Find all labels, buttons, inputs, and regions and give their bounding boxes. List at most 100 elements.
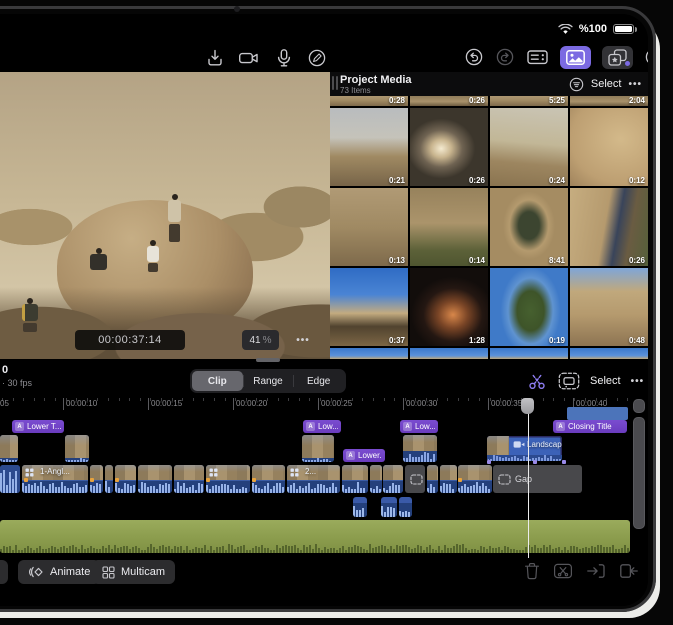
storyline-clip[interactable] — [138, 465, 172, 493]
blade-tool-button[interactable] — [526, 372, 548, 390]
zoom-level-badge[interactable]: 41 % — [242, 330, 279, 350]
pencil-button[interactable] — [307, 48, 327, 68]
redo-button[interactable] — [495, 47, 515, 67]
edit-actions — [524, 562, 639, 580]
media-thumbnail[interactable]: 8:41 — [490, 188, 568, 266]
viewer-pane[interactable] — [0, 72, 330, 359]
storyline-clip[interactable] — [252, 465, 285, 493]
media-thumbnail[interactable]: 0:28 — [330, 95, 408, 106]
media-thumbnail[interactable]: 0:13 — [330, 188, 408, 266]
connected-audio-clip[interactable] — [353, 497, 367, 517]
clip-marker — [206, 478, 210, 482]
storyline-clip[interactable]: 1-Angl... — [22, 465, 88, 493]
pane-resize-handle[interactable] — [256, 358, 280, 362]
storyline-clip[interactable] — [105, 465, 113, 493]
connected-clip[interactable] — [302, 435, 334, 462]
undo-button[interactable] — [464, 47, 484, 67]
storyline-clip[interactable] — [383, 465, 403, 493]
music-audio-clip[interactable] — [0, 520, 630, 553]
animate-button[interactable]: Animate — [18, 560, 100, 584]
battery-icon — [613, 24, 634, 34]
connected-audio-clip[interactable] — [399, 497, 412, 517]
storyline-clip[interactable] — [206, 465, 250, 493]
title-clip[interactable]: ALower T... — [12, 420, 64, 433]
connected-clip[interactable] — [0, 435, 18, 462]
insert-button[interactable] — [586, 562, 606, 580]
media-thumbnail[interactable]: 0:21 — [330, 108, 408, 186]
thumbnail-duration: 8:41 — [549, 256, 565, 265]
media-thumbnail[interactable]: 5:25 — [490, 95, 568, 106]
animate-icon — [28, 565, 44, 579]
media-thumbnail[interactable]: 0:37 — [330, 268, 408, 346]
media-more-button[interactable]: ••• — [628, 79, 642, 90]
media-thumbnail[interactable]: 0:12 — [570, 108, 648, 186]
camera-button[interactable] — [238, 48, 261, 68]
title-clip[interactable]: ALow... — [303, 420, 341, 433]
partial-button[interactable] — [0, 560, 8, 584]
storyline-clip[interactable]: 2... — [287, 465, 340, 493]
thumbnail-duration: 0:14 — [469, 256, 485, 265]
mode-tab-range[interactable]: Range — [243, 371, 294, 391]
media-thumbnail[interactable]: 0:26 — [410, 95, 488, 106]
media-thumbnail[interactable] — [490, 348, 568, 359]
storyline-clip[interactable] — [174, 465, 204, 493]
title-badge: A — [306, 422, 315, 431]
timeline-more-button[interactable]: ••• — [631, 376, 645, 387]
timeline-select-button[interactable]: Select — [590, 375, 621, 387]
connected-clip[interactable] — [403, 435, 437, 462]
connected-audio-clip[interactable] — [381, 497, 397, 517]
media-thumbnail[interactable]: 0:14 — [410, 188, 488, 266]
title-clip[interactable]: AClosing Title — [553, 420, 627, 433]
media-browser-button[interactable] — [560, 46, 591, 69]
multicam-clip-icon — [25, 468, 34, 477]
title-clip[interactable]: ALower... — [343, 449, 385, 462]
media-thumbnail[interactable]: 0:48 — [570, 268, 648, 346]
timeline-clip-blue[interactable] — [567, 407, 628, 420]
storyline-clip[interactable] — [370, 465, 382, 493]
clip-marker — [24, 478, 28, 482]
media-thumbnail[interactable]: 1:28 — [410, 268, 488, 346]
storyline-clip[interactable] — [427, 465, 438, 493]
timeline-scrollbar[interactable] — [633, 417, 645, 529]
storyline-clip[interactable] — [440, 465, 457, 493]
media-select-button[interactable]: Select — [591, 78, 622, 90]
wifi-icon — [558, 24, 573, 35]
microphone-button[interactable] — [274, 48, 294, 68]
storyline-clip[interactable] — [0, 465, 20, 493]
viewer-more-button[interactable]: ••• — [290, 330, 316, 350]
multicam-button[interactable]: Multicam — [92, 560, 175, 584]
timeline-overview-button[interactable] — [558, 372, 580, 390]
playhead[interactable] — [528, 398, 530, 558]
effects-button[interactable] — [602, 46, 633, 69]
title-clip[interactable]: ALow... — [400, 420, 438, 433]
media-thumbnail[interactable]: 0:24 — [490, 108, 568, 186]
timecode-display[interactable]: 00:00:37:14 — [75, 330, 185, 350]
filter-icon[interactable] — [569, 77, 584, 92]
storyline-clip[interactable] — [342, 465, 368, 493]
media-thumbnail[interactable]: 0:19 — [490, 268, 568, 346]
mode-tab-clip[interactable]: Clip — [192, 371, 243, 391]
media-thumbnail[interactable] — [410, 348, 488, 359]
import-button[interactable] — [205, 48, 225, 68]
panel-grip[interactable] — [332, 76, 338, 90]
connected-clip[interactable] — [65, 435, 89, 462]
inspector-button[interactable] — [526, 47, 549, 67]
media-thumbnail[interactable] — [330, 348, 408, 359]
title-badge: A — [556, 422, 565, 431]
more-button[interactable] — [644, 47, 648, 67]
media-thumbnail[interactable]: 0:26 — [410, 108, 488, 186]
timeline-scrollbar-top[interactable] — [633, 399, 645, 413]
person-white-shirt — [147, 240, 159, 272]
media-thumbnail[interactable] — [570, 348, 648, 359]
split-button[interactable] — [553, 562, 573, 580]
media-thumbnail[interactable]: 2:04 — [570, 95, 648, 106]
trash-button[interactable] — [524, 562, 540, 580]
playhead-handle[interactable] — [521, 398, 534, 414]
media-thumbnail[interactable]: 0:26 — [570, 188, 648, 266]
connected-clip-landscape[interactable]: Landscap... — [487, 436, 562, 461]
storyline-clip[interactable] — [458, 465, 492, 493]
mode-tab-edge[interactable]: Edge — [293, 371, 344, 391]
append-button[interactable] — [619, 562, 639, 580]
gap-clip[interactable]: Gap — [493, 465, 582, 493]
gap-clip[interactable]: G — [405, 465, 425, 493]
